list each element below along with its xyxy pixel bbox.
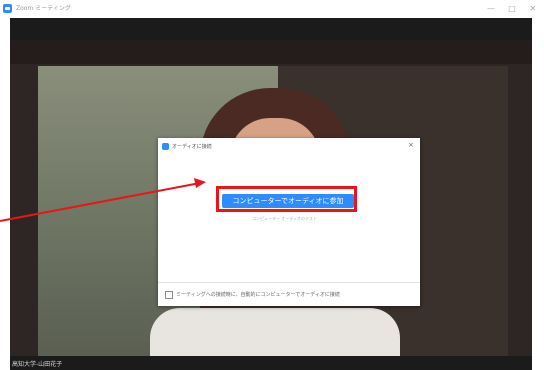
video-area: 高知大学-山田花子 オーディオに接続 × コンピューターでオーディオに参加 コン… (10, 18, 532, 370)
participant-name-label: 高知大学-山田花子 (12, 361, 63, 368)
dialog-divider (158, 282, 420, 283)
highlight-box (216, 186, 357, 212)
audio-dialog: オーディオに接続 × コンピューターでオーディオに参加 コンピューター オーディ… (158, 138, 420, 306)
zoom-dialog-icon (162, 143, 169, 150)
dialog-close-button[interactable]: × (408, 141, 414, 149)
maximize-button[interactable]: □ (505, 2, 519, 16)
window-titlebar: Zoom ミーティング — □ ✕ (0, 0, 544, 18)
window-title: Zoom ミーティング (16, 5, 71, 12)
minimize-button[interactable]: — (484, 2, 498, 16)
participant-shirt (150, 308, 400, 358)
zoom-app-icon (3, 4, 12, 13)
door-frame (10, 40, 532, 64)
dialog-title: オーディオに接続 (172, 144, 212, 150)
auto-join-audio-label: ミーティングへの接続時に、自動的にコンピューターでオーディオに接続 (176, 292, 340, 298)
video-bottom-bar (10, 356, 532, 370)
auto-join-audio-checkbox[interactable] (165, 291, 173, 299)
test-computer-audio-link[interactable]: コンピューター オーディオのテスト (252, 216, 317, 222)
close-window-button[interactable]: ✕ (526, 2, 540, 16)
